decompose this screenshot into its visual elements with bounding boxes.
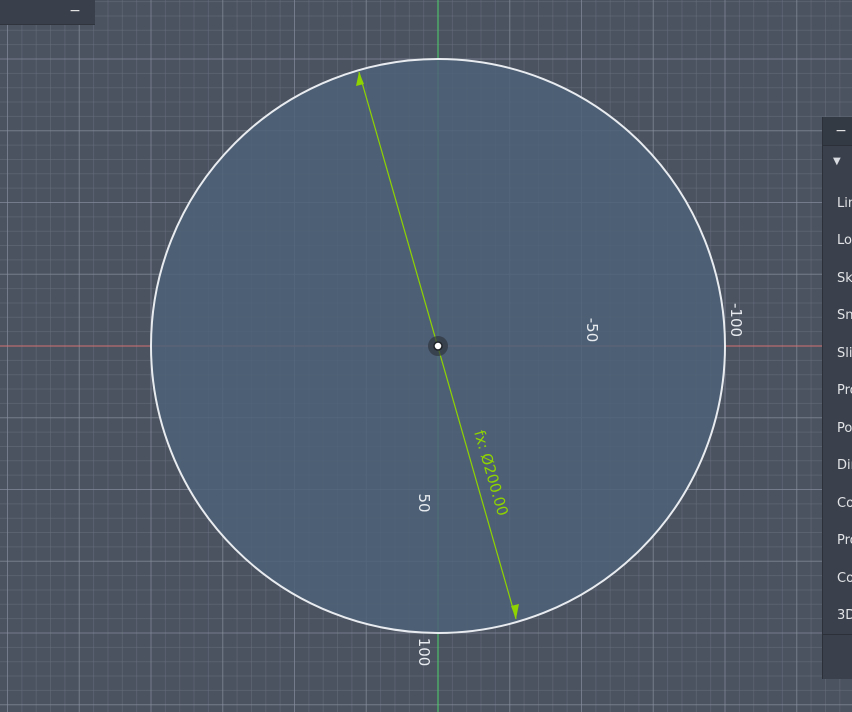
panel-item[interactable]: Line [837, 196, 852, 212]
panel-header: − [823, 117, 852, 146]
panel-item[interactable]: Profile [837, 383, 852, 399]
panel-item[interactable]: Snap [837, 308, 852, 324]
panel-divider [823, 634, 852, 635]
panel-item[interactable]: Constraint [837, 496, 852, 512]
panel-item[interactable]: Dimension [837, 458, 852, 474]
axis-label-minus-50: -50 [583, 318, 601, 343]
origin-point[interactable] [428, 336, 448, 356]
top-collapse-button[interactable]: − [68, 4, 82, 18]
panel-collapse-button[interactable]: − [834, 124, 848, 138]
axis-label-50: 50 [415, 493, 433, 512]
panel-expand-caret-icon[interactable]: ▼ [833, 157, 841, 167]
panel-item[interactable]: Point [837, 421, 852, 437]
axis-label-100: 100 [415, 638, 433, 667]
panel-item[interactable]: Slice [837, 346, 852, 362]
panel-item[interactable]: Sketch [837, 271, 852, 287]
panel-item[interactable]: Look [837, 233, 852, 249]
sketch-canvas[interactable]: fx: Ø200.00 -50 -100 50 100 [0, 0, 852, 712]
panel-item[interactable]: Component [837, 571, 852, 587]
panel-item[interactable]: Project [837, 533, 852, 549]
top-toolbar-collapsed: − [0, 0, 95, 25]
right-settings-panel: − ▼ Line Look Sketch Snap Slice Profile … [822, 117, 852, 679]
origin-marker[interactable] [433, 341, 443, 351]
axis-label-minus-100: -100 [727, 303, 745, 337]
panel-item[interactable]: 3D [837, 608, 852, 624]
